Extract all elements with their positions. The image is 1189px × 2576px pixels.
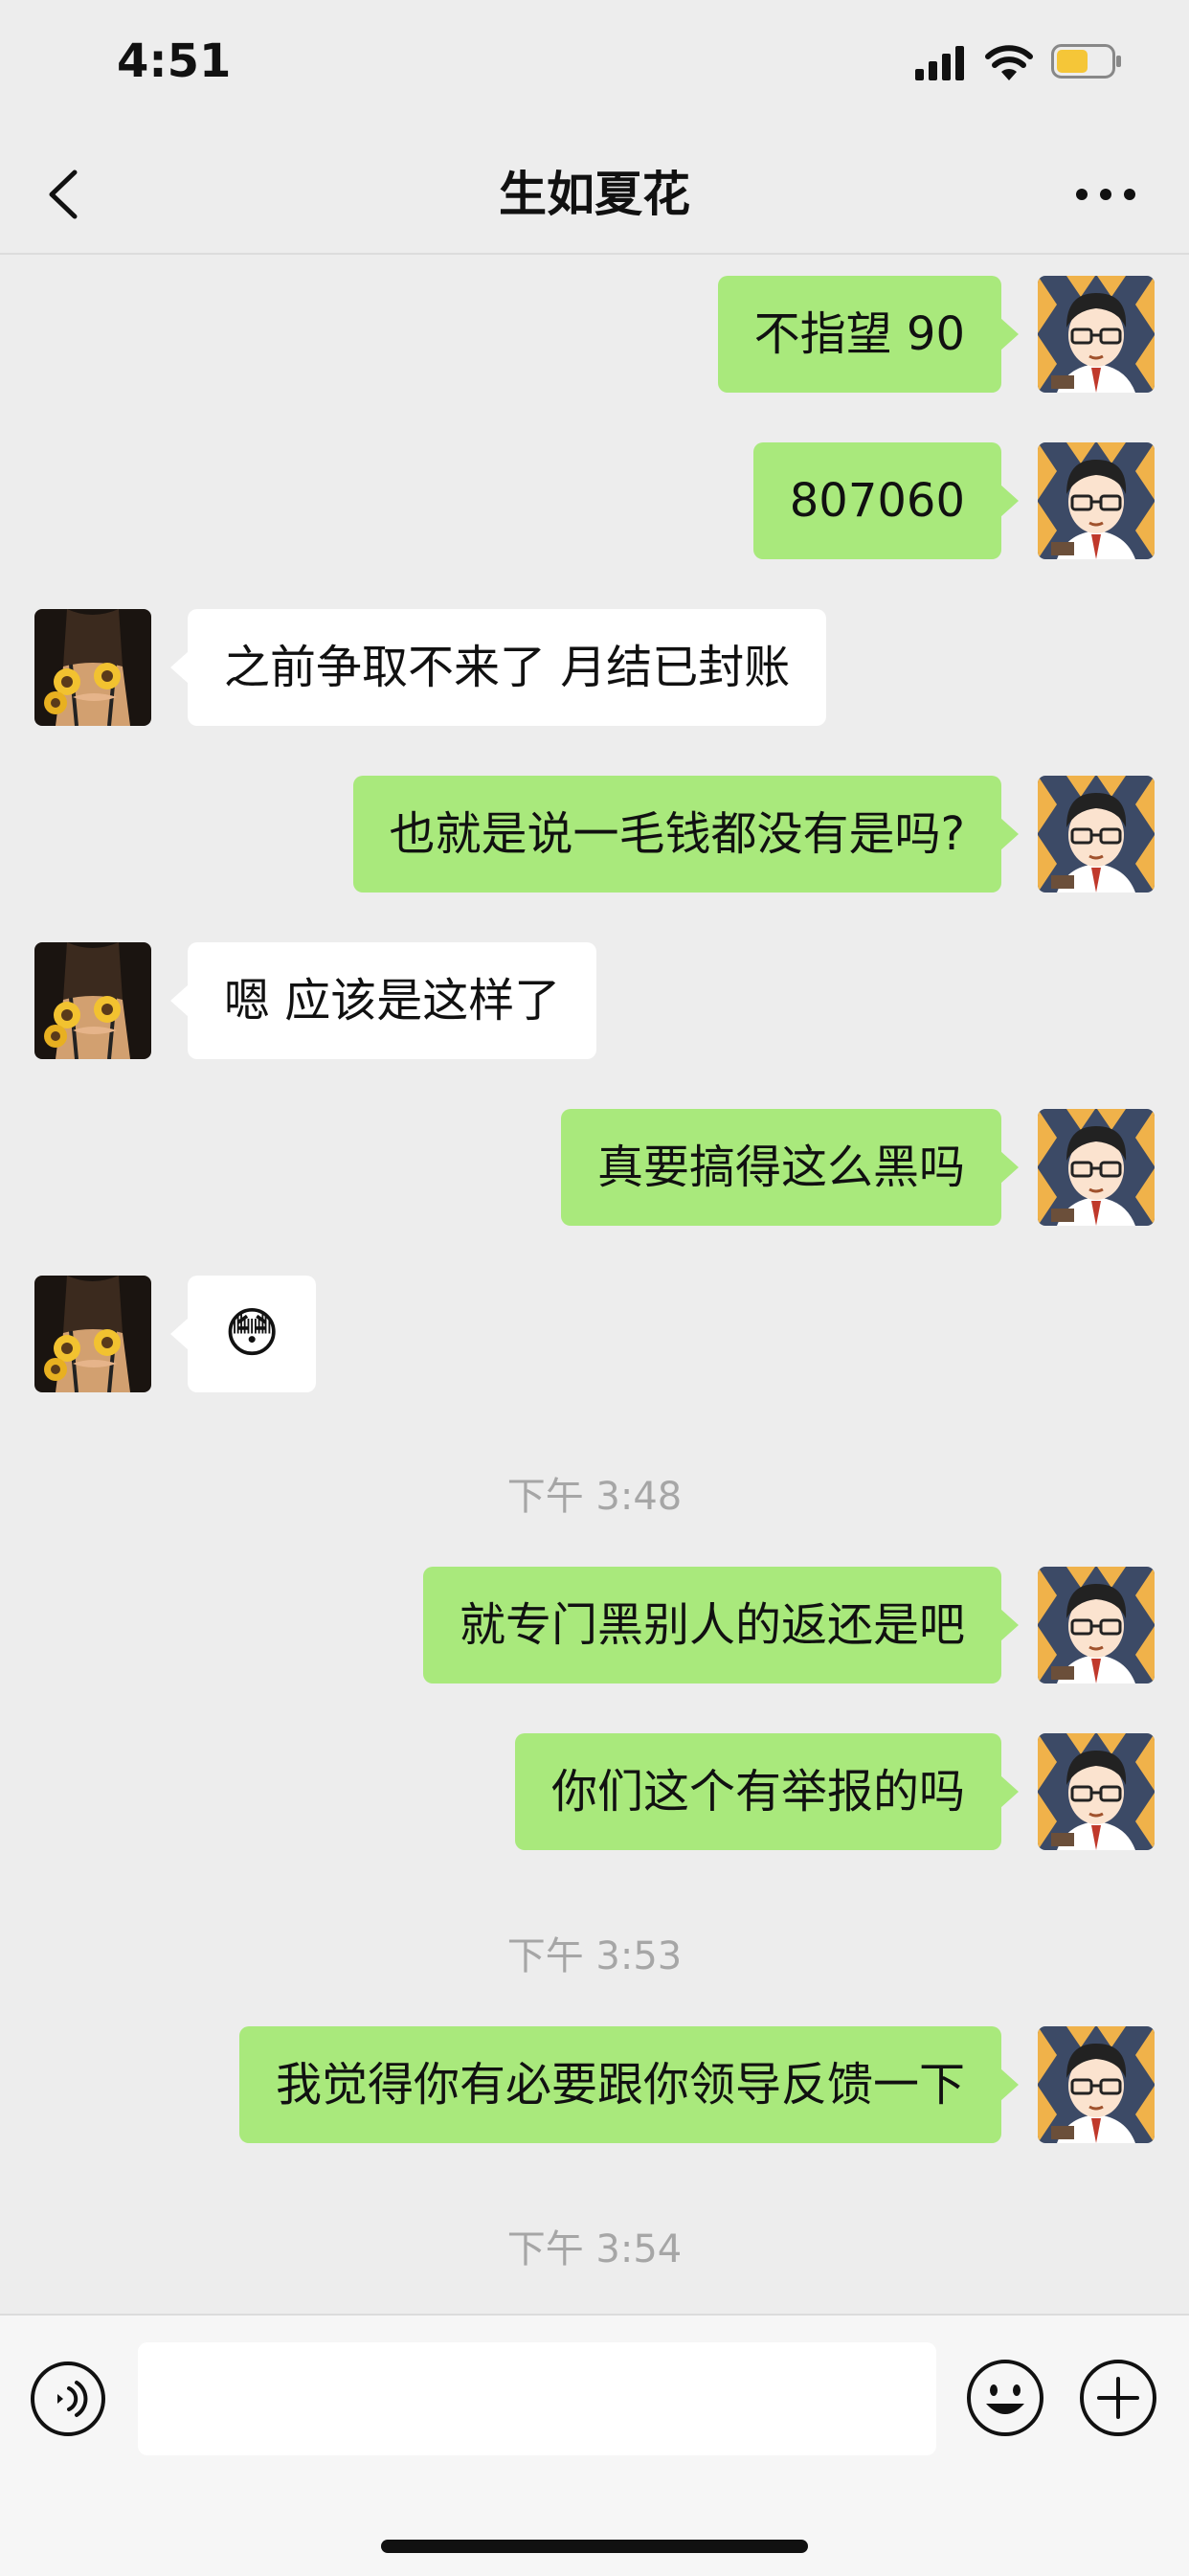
my-avatar[interactable]: [1038, 2026, 1155, 2143]
more-functions-button[interactable]: [1078, 2358, 1158, 2438]
message-row: 😳: [0, 1276, 1189, 1392]
message-row: 嗯 应该是这样了: [0, 942, 1189, 1059]
chat-title: 生如夏花: [499, 167, 690, 222]
status-time: 4:51: [117, 34, 232, 88]
message-row: 也就是说一毛钱都没有是吗?: [0, 776, 1189, 893]
message-row: 就专门黑别人的返还是吧: [0, 1567, 1189, 1683]
contact-avatar[interactable]: [34, 609, 151, 726]
outgoing-message-bubble[interactable]: 真要搞得这么黑吗: [560, 1109, 1020, 1226]
wifi-icon: [985, 45, 1033, 80]
my-avatar[interactable]: [1038, 442, 1155, 559]
message-timestamp: 下午 3:48: [506, 1475, 683, 1519]
more-options-button[interactable]: [1072, 163, 1139, 226]
cellular-signal-icon: [915, 46, 964, 80]
message-row: 不指望 90: [0, 276, 1189, 393]
message-row: 你们这个有举报的吗: [0, 1733, 1189, 1850]
my-avatar[interactable]: [1038, 1567, 1155, 1683]
message-row: 807060: [0, 442, 1189, 559]
message-timestamp: 下午 3:54: [506, 2227, 683, 2271]
outgoing-message-bubble[interactable]: 不指望 90: [717, 276, 1020, 393]
my-avatar[interactable]: [1038, 276, 1155, 393]
status-bar: 4:51: [0, 0, 1189, 134]
message-input[interactable]: [138, 2342, 936, 2455]
incoming-message-bubble[interactable]: 之前争取不来了 月结已封账: [169, 609, 827, 726]
voice-input-button[interactable]: [29, 2360, 107, 2438]
outgoing-message-bubble[interactable]: 就专门黑别人的返还是吧: [422, 1567, 1020, 1683]
nav-bar: 生如夏花: [0, 134, 1189, 255]
contact-avatar[interactable]: [34, 1276, 151, 1392]
incoming-emoji-bubble[interactable]: 😳: [169, 1276, 317, 1392]
outgoing-message-bubble[interactable]: 我觉得你有必要跟你领导反馈一下: [238, 2026, 1020, 2143]
message-row: 之前争取不来了 月结已封账: [0, 609, 1189, 726]
incoming-message-bubble[interactable]: 嗯 应该是这样了: [169, 942, 597, 1059]
my-avatar[interactable]: [1038, 776, 1155, 893]
outgoing-message-bubble[interactable]: 你们这个有举报的吗: [514, 1733, 1020, 1850]
message-row: 真要搞得这么黑吗: [0, 1109, 1189, 1226]
my-avatar[interactable]: [1038, 1109, 1155, 1226]
contact-avatar[interactable]: [34, 942, 151, 1059]
battery-icon: [1051, 44, 1121, 79]
message-timestamp: 下午 3:53: [506, 1934, 683, 1978]
outgoing-message-bubble[interactable]: 也就是说一毛钱都没有是吗?: [352, 776, 1020, 893]
input-bar: [0, 2314, 1189, 2576]
outgoing-message-bubble[interactable]: 807060: [752, 442, 1020, 559]
message-row: 我觉得你有必要跟你领导反馈一下: [0, 2026, 1189, 2143]
emoji-button[interactable]: [965, 2358, 1045, 2438]
home-indicator[interactable]: [381, 2540, 808, 2553]
my-avatar[interactable]: [1038, 1733, 1155, 1850]
